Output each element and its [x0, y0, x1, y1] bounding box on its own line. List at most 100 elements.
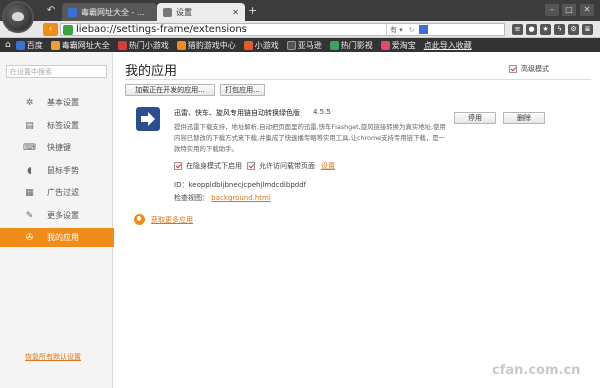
- bookmark-ai-taobao[interactable]: 爱淘宝: [380, 40, 416, 51]
- id-value: keoppldbljbnecjcpehjlmdcdibpddf: [188, 181, 307, 189]
- bookmark-mini-games[interactable]: 小游戏: [243, 40, 279, 51]
- sidebar-item-label: 广告过滤: [47, 188, 79, 197]
- games-icon: [117, 40, 127, 50]
- sidebar-item-my-apps[interactable]: ✇ 我的应用: [0, 228, 121, 247]
- developer-mode-label: 高级模式: [521, 65, 549, 73]
- developer-mode-checkbox[interactable]: [509, 65, 517, 73]
- remove-button[interactable]: 删除: [503, 112, 545, 124]
- mini-games-icon: [243, 40, 253, 50]
- settings-menu-icon[interactable]: ≣: [582, 24, 593, 35]
- get-more-apps-link[interactable]: 获取更多应用: [134, 214, 193, 225]
- bookmark-label: 百度: [26, 40, 43, 50]
- address-bar[interactable]: liebao://settings-frame/extensions 有 ▾ ↻: [60, 23, 505, 36]
- new-tab-button[interactable]: +: [248, 4, 257, 17]
- tabs-icon: ▤: [25, 120, 34, 131]
- bookmark-duba[interactable]: 毒霸网址大全: [50, 40, 110, 51]
- incognito-checkbox[interactable]: [174, 162, 182, 170]
- bookmark-hot-games[interactable]: 热门小游戏: [117, 40, 169, 51]
- disable-button[interactable]: 停用: [454, 112, 496, 124]
- sidebar-item-tabs[interactable]: ▤ 标签设置: [0, 116, 113, 135]
- sidebar-item-mouse-gestures[interactable]: ◖ 鼠标手势: [0, 161, 113, 180]
- close-tab-icon[interactable]: ✕: [232, 8, 239, 17]
- tools-icon[interactable]: ⚙: [568, 24, 579, 35]
- sidebar-item-label: 我的应用: [47, 233, 79, 242]
- back-button[interactable]: ‹: [43, 23, 58, 36]
- extension-description: 提供迅雷下载支持，地址解析,自动把页面里的迅雷,快车Flashget,旋风链接转…: [174, 123, 446, 153]
- mouse-icon: ◖: [27, 165, 32, 176]
- search-box[interactable]: 有 ▾ ↻: [386, 24, 504, 35]
- bookmark-hot-video[interactable]: 热门影视: [329, 40, 373, 51]
- bookmark-label: 毒霸网址大全: [61, 40, 110, 50]
- tab-favicon-icon: [68, 7, 77, 17]
- cheetah-app-icon: [134, 214, 145, 225]
- settings-sidebar: 在设置中搜索 ✲ 基本设置 ▤ 标签设置 ⌨ 快捷键 ◖ 鼠标手势 ▦ 广告过滤 ✎ 更多设…: [0, 52, 121, 388]
- bookmark-baidu[interactable]: 百度: [15, 40, 43, 51]
- incognito-label: 在隐身模式下启用: [186, 162, 242, 170]
- pack-extension-button[interactable]: 打包应用...: [220, 84, 265, 96]
- bookmark-game-center[interactable]: 猎豹游戏中心: [176, 40, 236, 51]
- url-text[interactable]: liebao://settings-frame/extensions: [76, 24, 247, 35]
- load-unpacked-button[interactable]: 加载正在开发的应用...: [125, 84, 215, 96]
- file-access-checkbox[interactable]: [247, 162, 255, 170]
- extension-id-row: ID：keoppldbljbnecjcpehjlmdcdibpddf: [174, 180, 306, 190]
- search-engine-select[interactable]: 有 ▾: [390, 25, 403, 35]
- tab-settings[interactable]: 设置 ✕: [157, 3, 245, 21]
- back-icon[interactable]: ↶: [44, 4, 58, 18]
- secure-icon: [63, 24, 73, 35]
- video-icon: [329, 40, 339, 50]
- bookmark-amazon[interactable]: 亚马逊: [286, 40, 322, 51]
- sidebar-item-label: 鼠标手势: [47, 166, 79, 175]
- extension-arrow-icon: [136, 107, 160, 131]
- settings-search-input[interactable]: 在设置中搜索: [6, 65, 107, 78]
- options-link[interactable]: 设置: [321, 161, 335, 171]
- maximize-button[interactable]: □: [562, 4, 576, 16]
- user-icon[interactable]: ●: [526, 24, 537, 35]
- divider: [125, 79, 591, 80]
- minimize-button[interactable]: –: [545, 4, 559, 16]
- file-access-label: 允许访问载带页面: [259, 162, 315, 170]
- file-access-option[interactable]: 允许访问载带页面 设置: [247, 161, 335, 171]
- sidebar-item-label: 快捷键: [47, 143, 71, 152]
- inspect-label: 检查视图：: [174, 194, 209, 202]
- menu-icon[interactable]: ≡: [512, 24, 523, 35]
- duba-icon: [50, 40, 60, 50]
- tab-label: 毒霸网址大全 - ...: [81, 7, 145, 17]
- sidebar-item-label: 基本设置: [47, 98, 79, 107]
- id-label: ID：: [174, 181, 189, 189]
- sidebar-item-basic[interactable]: ✲ 基本设置: [0, 93, 113, 112]
- sidebar-item-label: 更多设置: [47, 211, 79, 220]
- bookmark-label: 热门影视: [340, 40, 373, 50]
- gear-icon: [163, 7, 172, 17]
- bookmark-label: 热门小游戏: [128, 40, 169, 50]
- address-toolbar: ⌂ ‹ liebao://settings-frame/extensions 有…: [0, 21, 600, 38]
- wrench-icon: ✎: [25, 210, 34, 221]
- home-icon[interactable]: ⌂: [5, 40, 11, 50]
- sidebar-item-ad-filter[interactable]: ▦ 广告过滤: [0, 183, 113, 202]
- import-bookmarks-link[interactable]: 点此导入收藏: [424, 40, 472, 51]
- background-page-link[interactable]: background.html: [211, 194, 271, 202]
- filter-icon: ▦: [25, 187, 34, 198]
- refresh-icon[interactable]: ↻: [409, 26, 415, 34]
- star-icon[interactable]: ★: [540, 24, 551, 35]
- incognito-option[interactable]: 在隐身模式下启用: [174, 161, 242, 171]
- sidebar-item-more[interactable]: ✎ 更多设置: [0, 206, 113, 225]
- title-bar: ↶ 毒霸网址大全 - ... 设置 ✕ + – □ ✕: [0, 0, 600, 33]
- keyboard-icon: ⌨: [23, 142, 36, 153]
- main-content: 我的应用 高级模式 加载正在开发的应用... 打包应用... 迅雷、快车、旋风专…: [114, 52, 600, 388]
- sidebar-item-label: 标签设置: [47, 121, 79, 130]
- reset-defaults-link[interactable]: 恢复所有默认设置: [25, 352, 81, 362]
- extension-name: 迅雷、快车、旋风专用链自动转换绿色版: [174, 109, 300, 117]
- inspect-views-row: 检查视图： background.html: [174, 193, 271, 203]
- lightning-icon[interactable]: ϟ: [554, 24, 565, 35]
- amazon-icon: [286, 40, 296, 50]
- developer-mode-toggle[interactable]: 高级模式: [509, 64, 549, 74]
- apps-icon: ✇: [25, 232, 34, 243]
- tab-home[interactable]: 毒霸网址大全 - ...: [62, 3, 157, 21]
- sidebar-item-shortcuts[interactable]: ⌨ 快捷键: [0, 138, 113, 157]
- tab-label: 设置: [176, 7, 192, 17]
- cheetah-logo-icon[interactable]: [2, 1, 34, 33]
- bookmark-label: 猎豹游戏中心: [187, 40, 236, 50]
- bookmark-label: 爱淘宝: [391, 40, 416, 50]
- bookmark-label: 亚马逊: [297, 40, 322, 50]
- close-window-button[interactable]: ✕: [580, 4, 594, 16]
